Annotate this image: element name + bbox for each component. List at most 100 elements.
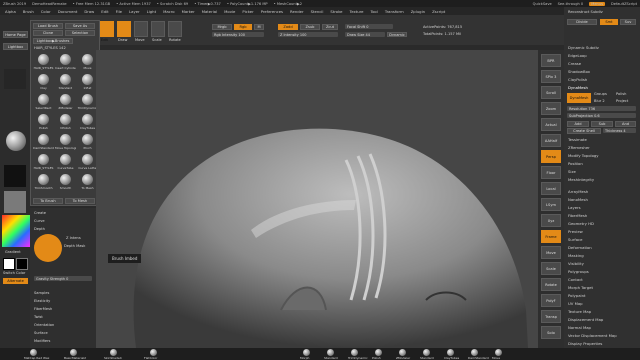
geometry-zremesher[interactable]: ZRemesher	[568, 145, 590, 150]
brush-tile[interactable]: SelectRect	[33, 93, 54, 112]
lightbox-button[interactable]: Lightbox	[3, 43, 28, 50]
brush-subpalette-twist[interactable]: Twist	[34, 315, 43, 319]
brush-tile[interactable]: Move	[77, 53, 98, 72]
menu-stencil[interactable]: Stencil	[311, 9, 324, 14]
brush-tile[interactable]: Smooth	[55, 173, 76, 192]
menu-file[interactable]: File	[116, 9, 122, 14]
brush-shortcut-icon[interactable]	[327, 349, 334, 356]
polish-button[interactable]: Polish	[616, 92, 626, 96]
menu-draw[interactable]: Draw	[84, 9, 94, 14]
brush-shortcut-icon[interactable]	[471, 349, 478, 356]
menu-texture[interactable]: Texture	[350, 9, 364, 14]
view-aahalf-button[interactable]: AAHalf	[541, 134, 561, 147]
brush-tile[interactable]: ZModeler	[55, 93, 76, 112]
thickness-slider[interactable]: Thickness 4	[603, 128, 636, 133]
see-through-slider[interactable]: See-through 0	[558, 2, 584, 6]
geometry-size[interactable]: Size	[568, 169, 576, 174]
brush-tile[interactable]: Inflat	[77, 73, 98, 92]
brush-tile[interactable]: ClayTubes	[77, 113, 98, 132]
and-button[interactable]: And	[615, 121, 636, 127]
dynamic-button[interactable]: Dynamic	[387, 32, 407, 37]
tool-surface[interactable]: Surface	[568, 237, 582, 242]
depth-mask-label[interactable]: Depth Mask	[64, 244, 85, 248]
z-intensity-slider[interactable]: Z Intensity 100	[278, 32, 338, 37]
to-brush-button[interactable]: To Brush	[33, 198, 63, 204]
mrgb-button[interactable]: Mrgb	[212, 24, 232, 30]
view-solo-button[interactable]: Solo	[541, 326, 561, 339]
brush-tile[interactable]: Move Topological	[55, 133, 76, 152]
view-frame-button[interactable]: Frame	[541, 230, 561, 243]
menu-document[interactable]: Document	[58, 9, 78, 14]
dynamesh-button[interactable]: DynaMesh	[567, 93, 591, 103]
brush-shortcut-icon[interactable]	[351, 349, 358, 356]
brush-shortcut-icon[interactable]	[375, 349, 382, 356]
draw-button[interactable]	[117, 21, 131, 37]
brush-shortcut-icon[interactable]	[447, 349, 454, 356]
brush-subpalette-surface[interactable]: Surface	[34, 331, 48, 335]
tool-texture-map[interactable]: Texture Map	[568, 309, 591, 314]
brush-subpalette-orientation[interactable]: Orientation	[34, 323, 54, 327]
view-move-button[interactable]: Move	[541, 246, 561, 259]
depth-item[interactable]: Depth	[34, 227, 45, 231]
create-item[interactable]: Create	[34, 211, 46, 215]
brush-tile[interactable]: HAIR_STYLES	[33, 53, 54, 72]
menu-tool[interactable]: Tool	[370, 9, 377, 14]
brush-tile[interactable]: Insert Cylinder	[55, 53, 76, 72]
load-brush-button[interactable]: Load Brush	[33, 23, 63, 29]
view-actual-button[interactable]: Actual	[541, 118, 561, 131]
menu-layer[interactable]: Layer	[129, 9, 140, 14]
zsub-button[interactable]: Zsub	[300, 24, 320, 30]
brush-tile[interactable]: TrimDynamic	[77, 93, 98, 112]
view-xyz-button[interactable]: Xyz	[541, 214, 561, 227]
tool-polypaint[interactable]: Polypaint	[568, 293, 585, 298]
material-icon[interactable]	[30, 349, 37, 356]
tool-nanomesh[interactable]: NanoMesh	[568, 197, 588, 202]
view-scroll-button[interactable]: Scroll	[541, 86, 561, 99]
save-as-button[interactable]: Save As	[65, 23, 95, 29]
brush-tile[interactable]: DamStandard	[33, 133, 54, 152]
move-button[interactable]	[134, 21, 148, 37]
edit-button[interactable]	[100, 21, 114, 37]
subprojection-slider[interactable]: SubProjection 0.6	[567, 113, 636, 118]
view-local-button[interactable]: Local	[541, 182, 561, 195]
project-button[interactable]: Project	[616, 99, 628, 103]
smt-button[interactable]: Smt	[600, 19, 618, 25]
brush-subpalette-elasticity[interactable]: Elasticity	[34, 299, 50, 303]
menu-light[interactable]: Light	[147, 9, 156, 14]
menu-preferences[interactable]: Preferences	[261, 9, 283, 14]
switch-color-label[interactable]: Switch Color	[3, 271, 25, 275]
blur-slider[interactable]: Blur 2	[594, 99, 605, 103]
home-page-button[interactable]: Home Page	[3, 31, 28, 38]
secondary-color-swatch[interactable]	[16, 258, 28, 270]
create-shell-button[interactable]: Create Shell	[567, 128, 601, 134]
brush-tile[interactable]: Pinch	[77, 133, 98, 152]
primary-color-swatch[interactable]	[3, 258, 15, 270]
view-scale-button[interactable]: Scale	[541, 262, 561, 275]
menu-color[interactable]: Color	[41, 9, 51, 14]
claypolish-item[interactable]: ClayPolish	[568, 77, 587, 82]
color-picker[interactable]	[2, 215, 30, 247]
menu-edit[interactable]: Edit	[101, 9, 108, 14]
view-lsym-button[interactable]: LSym	[541, 198, 561, 211]
tool-visibility[interactable]: Visibility	[568, 261, 584, 266]
view-zoom-button[interactable]: Zoom	[541, 102, 561, 115]
brush-subpalette-samples[interactable]: Samples	[34, 291, 49, 295]
texture-off-thumb[interactable]	[4, 191, 26, 213]
tool-geometry-hd[interactable]: Geometry HD	[568, 221, 594, 226]
tool-vector-displacement-map[interactable]: Vector Displacement Map	[568, 333, 617, 338]
menu-render[interactable]: Render	[290, 9, 304, 14]
view-transp-button[interactable]: Transp	[541, 310, 561, 323]
view-rotate-button[interactable]: Rotate	[541, 278, 561, 291]
menu-marker[interactable]: Marker	[182, 9, 195, 14]
brush-shortcut-icon[interactable]	[399, 349, 406, 356]
tool-morph-target[interactable]: Morph Target	[568, 285, 593, 290]
groups-button[interactable]: Groups	[594, 92, 607, 96]
view-polyf-button[interactable]: PolyF	[541, 294, 561, 307]
shadowbox-item[interactable]: ShadowBox	[568, 69, 590, 74]
tool-arraymesh[interactable]: ArrayMesh	[568, 189, 588, 194]
geometry-meshintegrity[interactable]: MeshIntegrity	[568, 177, 594, 182]
tool-layers[interactable]: Layers	[568, 205, 581, 210]
brush-tile[interactable]: Clay	[33, 73, 54, 92]
brush-tile[interactable]: Polish	[33, 113, 54, 132]
default-zscript[interactable]: DefaultZScript	[611, 2, 637, 6]
